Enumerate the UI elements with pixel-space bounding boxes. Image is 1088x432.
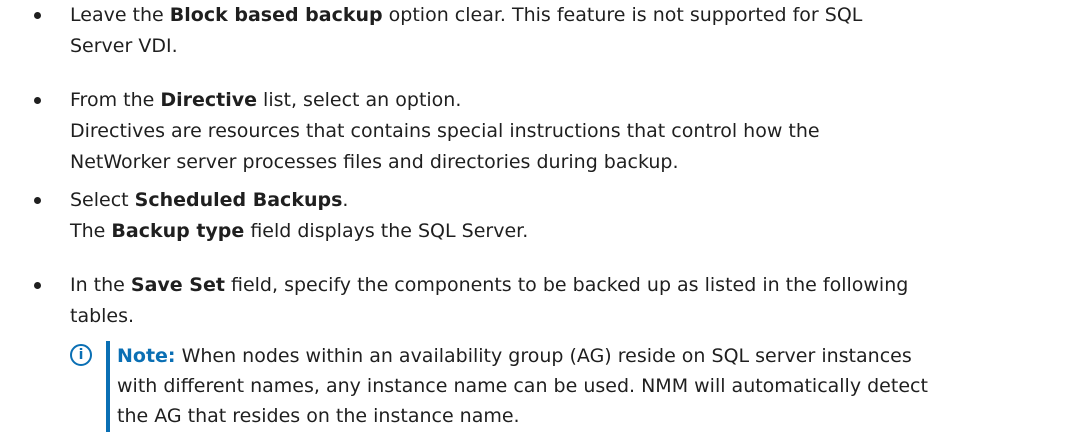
bold-term-directive: Directive: [160, 89, 258, 111]
text-line: The Backup type field displays the SQL S…: [70, 216, 1080, 247]
bullet-icon: [34, 197, 41, 204]
text-line: Select Scheduled Backups.: [70, 185, 1080, 216]
text-run: From the: [70, 89, 161, 111]
text-line: In the Save Set field, specify the compo…: [70, 270, 1080, 301]
document-page: Leave the Block based backup option clea…: [0, 0, 1088, 432]
text-run: Select: [70, 189, 135, 211]
text-run: tables.: [70, 305, 135, 327]
text-line: NetWorker server processes files and dir…: [70, 147, 1080, 178]
bold-term-save-set: Save Set: [130, 274, 225, 296]
note-text: Note: When nodes within an availability …: [117, 341, 1077, 431]
note-divider: [106, 341, 110, 432]
text-line: tables.: [70, 301, 1080, 332]
text-run: the AG that resides on the instance name…: [117, 405, 520, 427]
text-line: Leave the Block based backup option clea…: [70, 0, 1080, 31]
text-run: Leave the: [70, 4, 170, 26]
note-callout: i Note: When nodes within an availabilit…: [70, 341, 1080, 432]
bullet-icon: [34, 12, 41, 19]
bullet-icon: [34, 282, 41, 289]
bold-term-block-based-backup: Block based backup: [169, 4, 383, 26]
bullet-icon: [34, 97, 41, 104]
text-run: .: [342, 189, 349, 211]
note-label: Note:: [117, 345, 176, 367]
text-line: with different names, any instance name …: [117, 371, 1077, 401]
text-line: Server VDI.: [70, 31, 1080, 62]
text-line: Note: When nodes within an availability …: [117, 341, 1077, 371]
list-item-text: Select Scheduled Backups. The Backup typ…: [70, 185, 1080, 247]
text-run: Directives are resources that contains s…: [70, 120, 820, 142]
list-item-text: Leave the Block based backup option clea…: [70, 0, 1080, 62]
text-run: field, specify the components to be back…: [224, 274, 909, 296]
text-run: NetWorker server processes files and dir…: [70, 151, 679, 173]
text-line: the AG that resides on the instance name…: [117, 401, 1077, 431]
text-run: When nodes within an availability group …: [175, 345, 912, 367]
list-item-text: From the Directive list, select an optio…: [70, 85, 1080, 178]
info-icon: i: [70, 344, 92, 366]
text-run: The: [70, 220, 112, 242]
text-run: with different names, any instance name …: [117, 375, 928, 397]
text-run: In the: [70, 274, 131, 296]
bold-term-backup-type: Backup type: [111, 220, 245, 242]
text-line: Directives are resources that contains s…: [70, 116, 1080, 147]
list-item-text: In the Save Set field, specify the compo…: [70, 270, 1080, 332]
text-run: list, select an option.: [257, 89, 462, 111]
text-line: From the Directive list, select an optio…: [70, 85, 1080, 116]
text-run: field displays the SQL Server.: [244, 220, 529, 242]
text-run: option clear. This feature is not suppor…: [382, 4, 863, 26]
text-run: Server VDI.: [70, 35, 178, 57]
bold-term-scheduled-backups: Scheduled Backups: [134, 189, 343, 211]
